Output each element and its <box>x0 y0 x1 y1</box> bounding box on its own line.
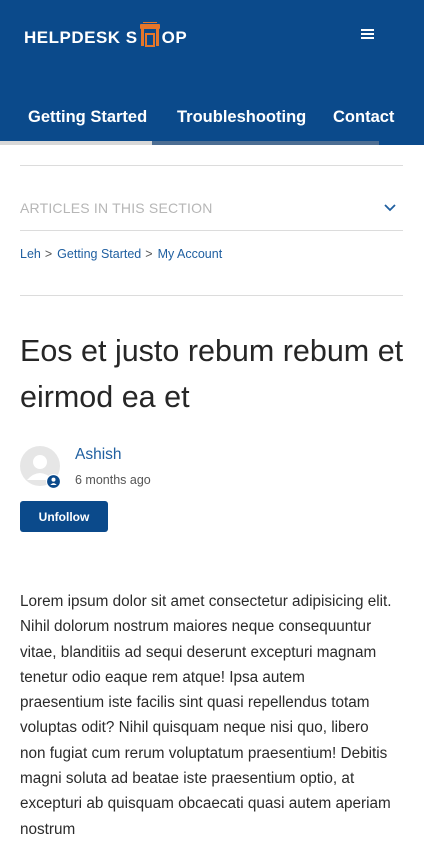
breadcrumb-separator: > <box>44 247 53 261</box>
user-badge-icon <box>46 474 61 489</box>
logo-text-left: HELPDESK S <box>24 28 138 47</box>
article-title: Eos et justo rebum rebum et eirmod ea et <box>20 334 404 414</box>
unfollow-button[interactable]: Unfollow <box>20 501 108 532</box>
breadcrumb-item-my-account[interactable]: My Account <box>158 247 223 261</box>
chevron-down-icon <box>384 204 396 212</box>
site-header: HELPDESK S OP Getting Started Troublesho… <box>0 0 424 145</box>
divider <box>20 165 403 166</box>
breadcrumb: Leh > Getting Started > My Account <box>20 247 222 261</box>
author-name-link[interactable]: Ashish <box>75 446 122 464</box>
breadcrumb-item-getting-started[interactable]: Getting Started <box>57 247 141 261</box>
articles-section-label: ARTICLES IN THIS SECTION <box>20 200 213 216</box>
articles-in-section-toggle[interactable]: ARTICLES IN THIS SECTION <box>20 188 403 228</box>
shop-icon <box>139 22 160 47</box>
divider <box>20 230 403 231</box>
article-timestamp: 6 months ago <box>75 473 151 487</box>
divider <box>20 295 403 296</box>
tab-troubleshooting[interactable]: Troubleshooting <box>152 96 309 145</box>
tab-contact[interactable]: Contact <box>309 96 424 145</box>
active-tab-indicator <box>0 141 152 145</box>
hamburger-menu-icon[interactable] <box>356 27 378 43</box>
breadcrumb-item-home[interactable]: Leh <box>20 247 41 261</box>
logo-text-right: OP <box>161 28 188 47</box>
category-tabs: Getting Started Troubleshooting Contact <box>0 96 424 145</box>
tab-getting-started[interactable]: Getting Started <box>0 96 152 145</box>
breadcrumb-separator: > <box>145 247 153 261</box>
tab-scrollbar-track <box>152 141 379 145</box>
article-body: Lorem ipsum dolor sit amet consectetur a… <box>20 593 392 838</box>
site-logo[interactable]: HELPDESK S OP <box>24 22 188 52</box>
